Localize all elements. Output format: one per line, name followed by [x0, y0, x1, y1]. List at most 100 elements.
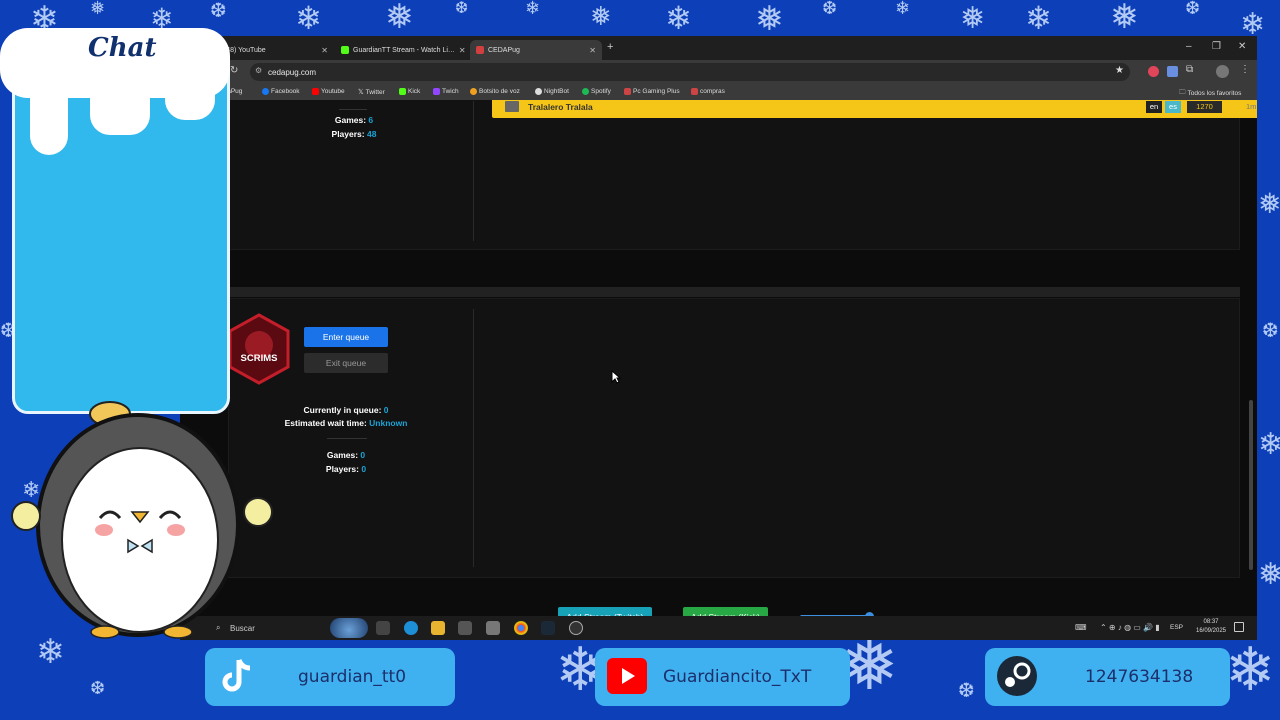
cedapug-icon [476, 46, 484, 54]
address-bar: ↻ ⚙ cedapug.com ★ ⧉ ⋮ [180, 60, 1257, 84]
twitch-icon [433, 88, 440, 95]
all-favorites[interactable]: 🗀 Todos los favoritos [1179, 88, 1241, 99]
bookmark-compras[interactable]: compras [691, 88, 725, 95]
kick-icon [341, 46, 349, 54]
bookmark-facebook[interactable]: Facebook [262, 88, 300, 95]
bookmark-nightbot[interactable]: NightBot [535, 88, 569, 95]
scrims-panel: SCRIMS Enter queue Exit queue Currently … [228, 298, 1240, 578]
divider [327, 438, 367, 439]
tiktok-icon [222, 659, 251, 692]
clock-date[interactable]: 16/09/2025 [1190, 628, 1232, 634]
edge-icon[interactable] [404, 621, 418, 635]
close-window-icon[interactable]: ✕ [1238, 41, 1246, 52]
add-stream-twitch-button[interactable]: Add Stream (Twitch) [558, 607, 652, 616]
folder-icon [691, 88, 698, 95]
divider [473, 309, 474, 567]
file-explorer-icon[interactable] [431, 621, 445, 635]
language-indicator[interactable]: ESP [1170, 624, 1183, 631]
translate-icon[interactable] [1167, 66, 1178, 77]
notification-icon[interactable] [1234, 622, 1244, 632]
steam-banner: 1247634138 [985, 648, 1230, 706]
lang-badge-es: es [1165, 101, 1181, 113]
browser-window: (548) YouTube ✕ GuardianTT Stream - Watc… [180, 36, 1257, 640]
star-icon[interactable]: ★ [1115, 65, 1124, 76]
steam-id: 1247634138 [1085, 667, 1194, 687]
close-icon[interactable]: ✕ [321, 46, 328, 55]
restore-icon[interactable]: ❐ [1212, 41, 1221, 52]
profile-avatar[interactable] [1216, 65, 1229, 78]
penguin-mascot [0, 400, 290, 645]
url-text: cedapug.com [268, 67, 317, 77]
taskbar: ⌕ Buscar ⌨ ⌃ ⊕ ♪ ◍ ▭ 🔊 ▮ ESP 08:37 16/09… [180, 616, 1257, 640]
tab-kick-stream[interactable]: GuardianTT Stream - Watch Li… ✕ [335, 40, 467, 60]
games-stat: Games: 6 [334, 115, 374, 125]
nightbot-icon [535, 88, 542, 95]
new-tab-icon[interactable]: + [607, 41, 613, 53]
bookmark-twitch[interactable]: Twich [433, 88, 459, 95]
close-icon[interactable]: ✕ [459, 46, 466, 55]
tab-bar: (548) YouTube ✕ GuardianTT Stream - Watc… [180, 36, 1257, 60]
queue-panel-top: Games: 6 Players: 48 Tralalero Tralala e… [228, 100, 1257, 250]
minimize-icon[interactable]: – [1186, 41, 1192, 52]
chat-title: Chat [88, 33, 157, 63]
match-player: Tralalero Tralala [528, 102, 593, 112]
x-icon: 𝕏 [358, 89, 364, 96]
site-info-icon[interactable]: ⚙ [255, 66, 262, 75]
kick-icon [399, 88, 406, 95]
youtube-icon [607, 658, 647, 694]
mail-icon[interactable] [486, 621, 500, 635]
tab-cedapug[interactable]: CEDAPug ✕ [470, 40, 602, 60]
bookmark-pc-gaming[interactable]: Pc Gaming Plus [624, 88, 680, 95]
tab-label: CEDAPug [488, 46, 520, 54]
extension-icon[interactable] [1148, 66, 1159, 77]
task-view-icon[interactable] [376, 621, 390, 635]
youtube-banner: Guardiancito_TxT [595, 648, 850, 706]
weather-widget[interactable] [330, 618, 368, 638]
games-stat: Games: 0 [326, 450, 366, 460]
match-row[interactable]: Tralalero Tralala en es 1270 1m [492, 100, 1257, 118]
bookmark-botsito[interactable]: Botsito de voz [470, 88, 520, 95]
tiktok-handle: guardian_tt0 [298, 667, 407, 687]
close-icon[interactable]: ✕ [589, 46, 596, 55]
bookmarks-bar: edaPug Facebook Youtube 𝕏 Twitter Kick Tw… [180, 84, 1257, 100]
tab-label: GuardianTT Stream - Watch Li… [353, 46, 455, 54]
lang-badge-en: en [1146, 101, 1162, 113]
tray-icons[interactable]: ⌃ ⊕ ♪ ◍ ▭ 🔊 ▮ [1100, 623, 1160, 632]
rating-badge: 1270 [1187, 101, 1222, 113]
url-field[interactable]: ⚙ cedapug.com ★ [250, 63, 1130, 81]
bot-icon [470, 88, 477, 95]
folder-icon: 🗀 [1179, 89, 1186, 96]
divider [473, 101, 474, 241]
bookmark-kick[interactable]: Kick [399, 88, 420, 95]
extensions-puzzle-icon[interactable]: ⧉ [1186, 64, 1193, 75]
players-stat: Players: 48 [331, 129, 377, 139]
map-thumbnail [505, 101, 519, 112]
page-content: Games: 6 Players: 48 Tralalero Tralala e… [180, 100, 1257, 616]
enter-queue-button[interactable]: Enter queue [304, 327, 388, 347]
players-stat: Players: 0 [325, 464, 367, 474]
scrollbar[interactable] [1249, 400, 1253, 570]
spotify-icon [582, 88, 589, 95]
clock-time[interactable]: 08:37 [1198, 619, 1224, 625]
facebook-icon [262, 88, 269, 95]
store-icon[interactable] [458, 621, 472, 635]
bookmark-youtube[interactable]: Youtube [312, 88, 345, 95]
reload-icon[interactable]: ↻ [230, 65, 238, 76]
divider [339, 109, 367, 110]
bookmark-twitter[interactable]: 𝕏 Twitter [358, 88, 385, 97]
steam-icon [997, 656, 1037, 696]
chrome-icon[interactable] [514, 621, 528, 635]
match-time: 1m [1246, 102, 1257, 111]
menu-icon[interactable]: ⋮ [1240, 64, 1250, 75]
section-separator [228, 287, 1240, 297]
folder-icon [624, 88, 631, 95]
scrims-logo: SCRIMS [228, 313, 290, 385]
tiktok-banner: guardian_tt0 [205, 648, 455, 706]
keyboard-icon[interactable]: ⌨ [1075, 623, 1087, 632]
youtube-handle: Guardiancito_TxT [663, 667, 812, 687]
add-stream-kick-button[interactable]: Add Stream (Kick) [683, 607, 768, 616]
bookmark-spotify[interactable]: Spotify [582, 88, 611, 95]
obs-icon[interactable] [569, 621, 583, 635]
exit-queue-button[interactable]: Exit queue [304, 353, 388, 373]
steam-icon[interactable] [541, 621, 555, 635]
